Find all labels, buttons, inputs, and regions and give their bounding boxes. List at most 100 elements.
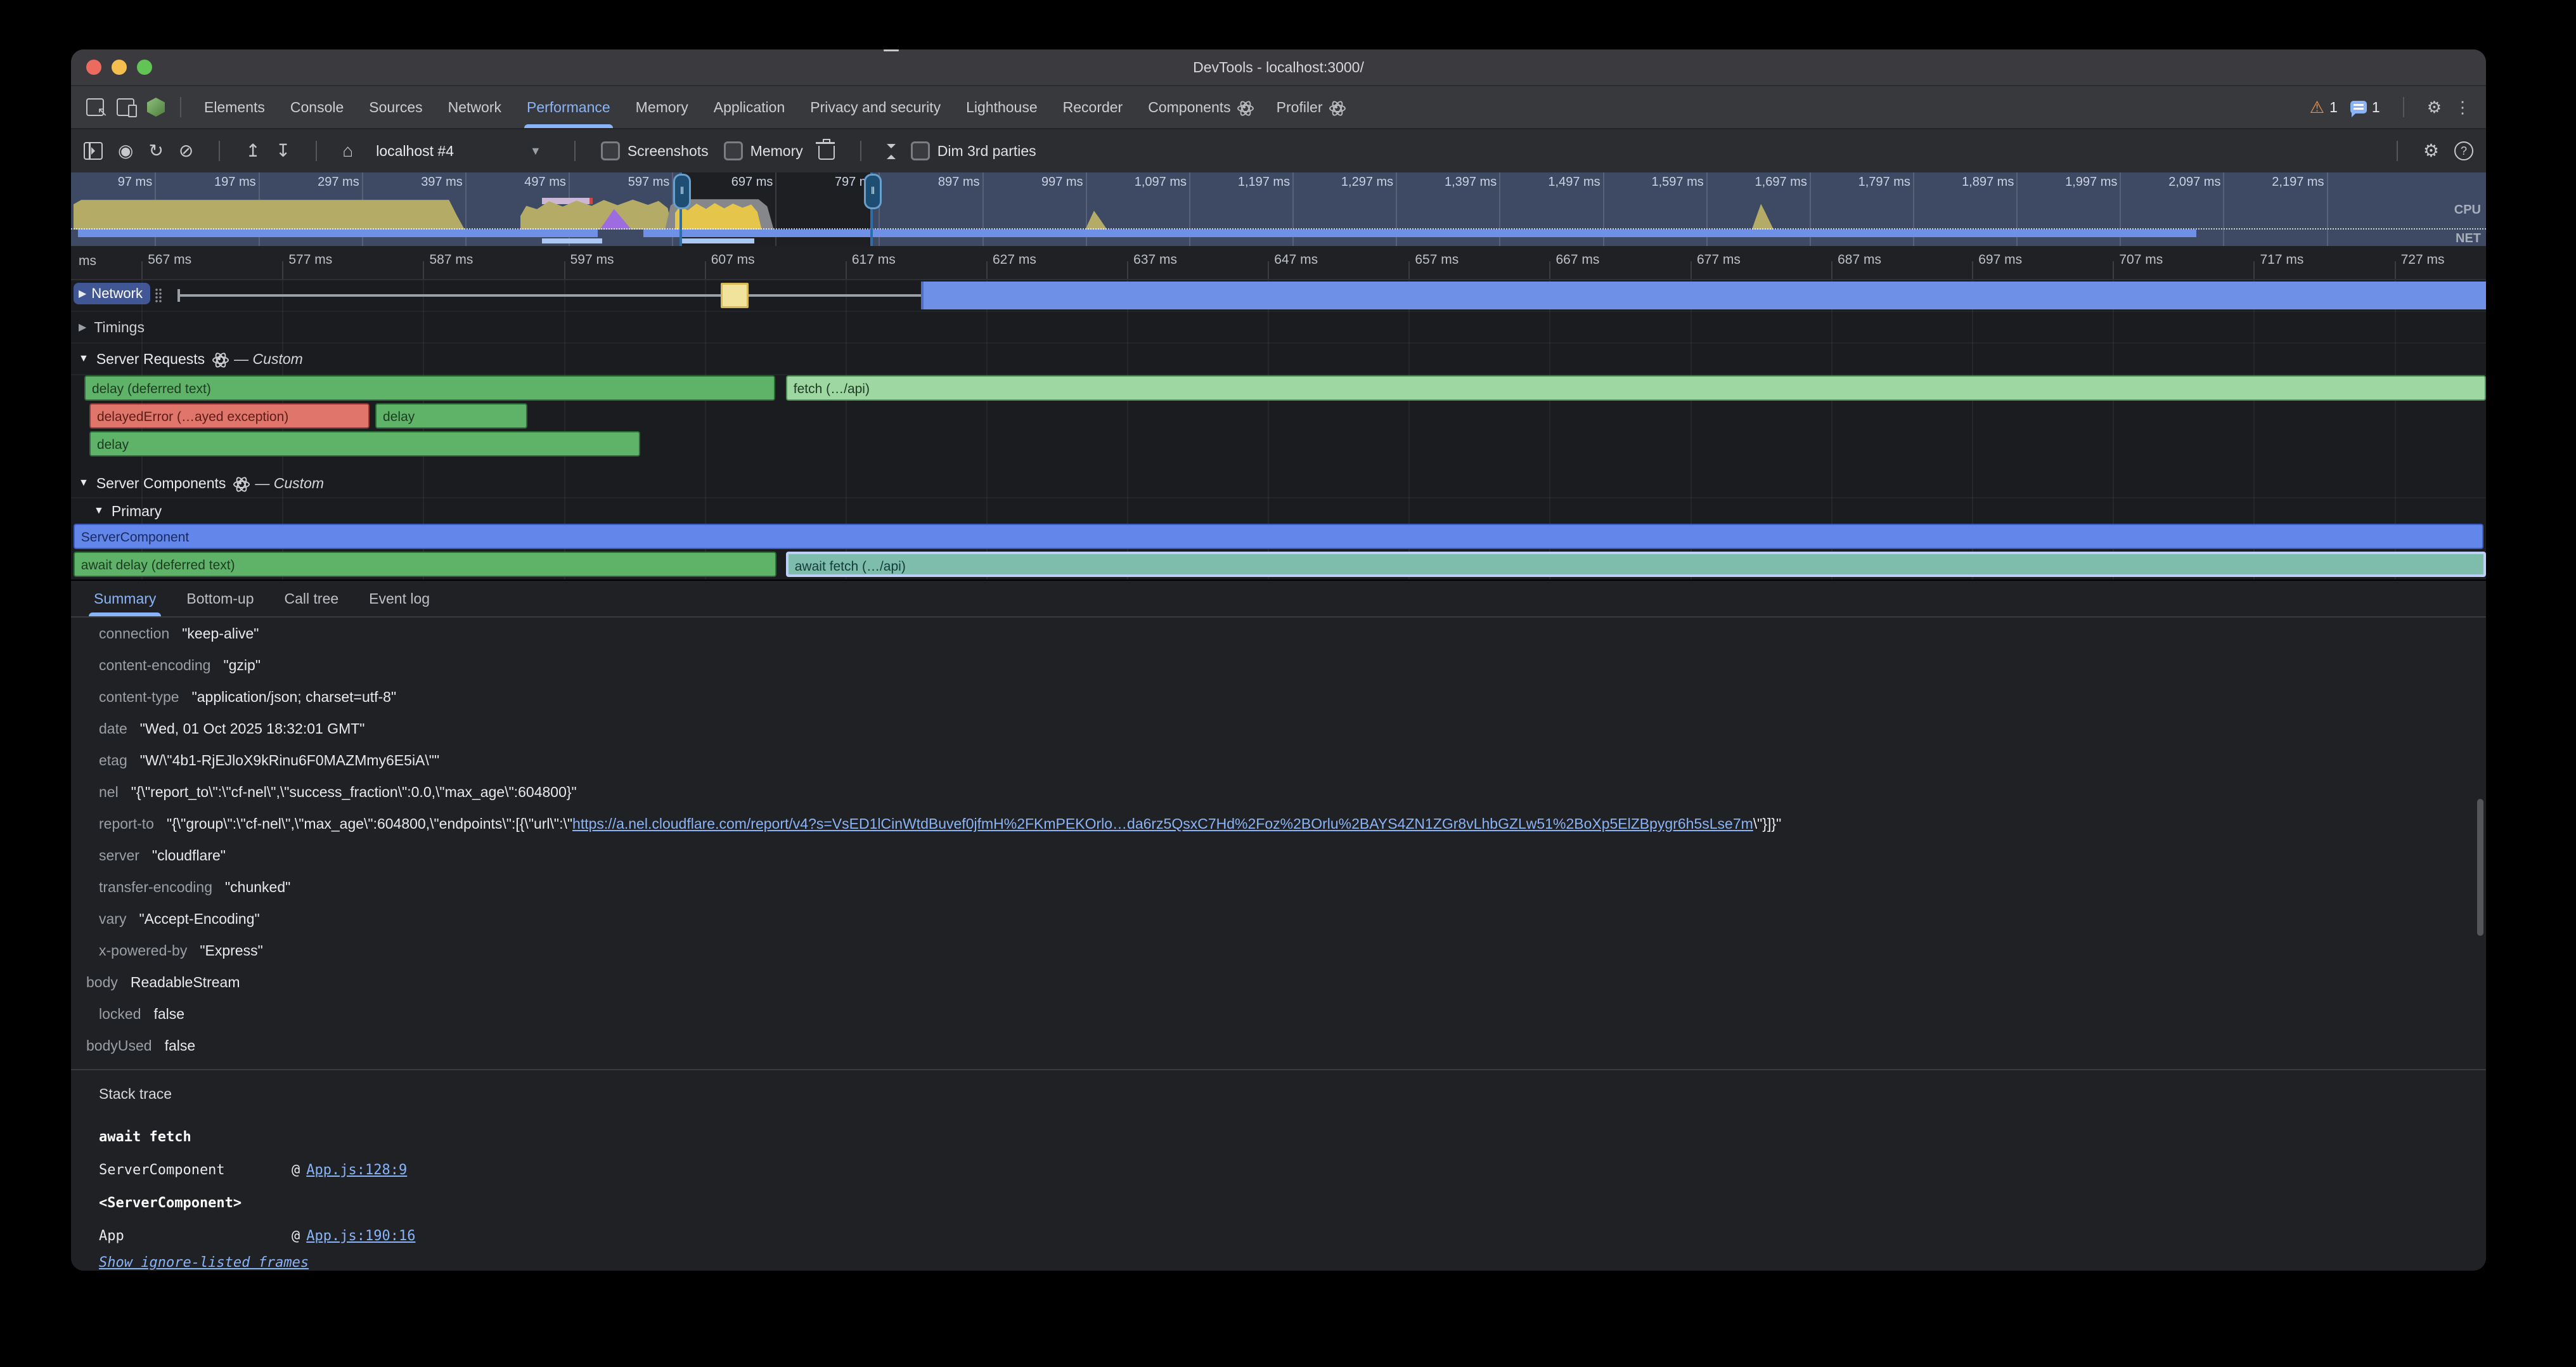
- timeline-overview[interactable]: 97 ms197 ms297 ms397 ms497 ms597 ms697 m…: [71, 172, 2486, 246]
- event-bar-await-delay[interactable]: await delay (deferred text): [74, 552, 776, 577]
- divider: [574, 141, 576, 161]
- network-track-header[interactable]: ▶ Network: [74, 283, 150, 304]
- stack-frame: <ServerComponent>: [99, 1186, 2486, 1219]
- divider: [2397, 141, 2398, 161]
- event-bar-delay-deferred[interactable]: delay (deferred text): [84, 375, 775, 401]
- network-request-selected[interactable]: [721, 283, 749, 308]
- kebab-menu-icon[interactable]: ⋮: [2454, 98, 2471, 117]
- tab-privacy-security[interactable]: Privacy and security: [797, 86, 953, 128]
- tab-lighthouse[interactable]: Lighthouse: [953, 86, 1050, 128]
- source-location-link[interactable]: App.js:128:9: [306, 1162, 407, 1178]
- close-window-button[interactable]: [86, 60, 101, 75]
- property-row: transfer-encoding"chunked": [99, 871, 2486, 903]
- reload-and-record-icon[interactable]: ↻: [148, 142, 163, 160]
- performance-toolbar: ◉ ↻ ⊘ ↥ ↧ ⌂ localhost #4▼ Screenshots Me…: [71, 128, 2486, 172]
- tab-elements[interactable]: Elements: [191, 86, 278, 128]
- toggle-sidebar-icon[interactable]: [84, 142, 103, 160]
- report-to-url-link[interactable]: https://a.nel.cloudflare.com/report/v4?s…: [572, 815, 1753, 832]
- tab-recorder[interactable]: Recorder: [1050, 86, 1136, 128]
- event-bar-await-fetch-selected[interactable]: await fetch (…/api): [786, 552, 2486, 577]
- help-icon[interactable]: ?: [2454, 141, 2473, 160]
- tab-performance[interactable]: Performance: [514, 86, 623, 128]
- network-track[interactable]: ▶ Network: [71, 280, 2486, 312]
- server-components-row-1: ServerComponent: [71, 524, 2486, 552]
- device-toolbar-icon[interactable]: [117, 98, 134, 116]
- event-bar-server-component[interactable]: ServerComponent: [74, 524, 2483, 549]
- download-profile-icon[interactable]: ↧: [276, 142, 290, 160]
- chat-icon: [2350, 101, 2367, 113]
- event-bar-fetch-api[interactable]: fetch (…/api): [786, 375, 2486, 401]
- tab-profiler[interactable]: Profiler: [1264, 86, 1356, 128]
- property-row: etag"W/\"4b1-RjEJloX9kRinu6F0MAZMmy6E5iA…: [99, 744, 2486, 776]
- tab-network[interactable]: Network: [435, 86, 514, 128]
- property-row: bodyReadableStream: [86, 966, 2486, 998]
- collapse-icon: ▼: [79, 353, 89, 365]
- collapse-sections-icon[interactable]: [887, 143, 896, 159]
- detail-ruler[interactable]: ms 567 ms577 ms587 ms597 ms607 ms617 ms6…: [71, 246, 2486, 280]
- profile-select[interactable]: localhost #4▼: [368, 139, 549, 164]
- window-controls: [86, 60, 152, 75]
- divider: [219, 141, 220, 161]
- clear-icon[interactable]: ⊘: [179, 142, 193, 160]
- timings-track[interactable]: ▶ Timings: [71, 312, 2486, 344]
- issues-warning-badge[interactable]: ⚠1: [2310, 98, 2338, 117]
- server-requests-row-2: delayedError (…ayed exception) delay: [71, 403, 2486, 431]
- net-lane-label: NET: [2456, 231, 2481, 246]
- window-right-handle[interactable]: ‖: [870, 172, 873, 246]
- window-left-handle[interactable]: ‖: [679, 172, 682, 246]
- dim-3rd-parties-checkbox[interactable]: Dim 3rd parties: [911, 141, 1036, 160]
- tab-application[interactable]: Application: [701, 86, 798, 128]
- record-icon[interactable]: ◉: [118, 142, 133, 160]
- expand-icon: ▶: [79, 287, 86, 300]
- overview-network-chart: [71, 230, 2486, 245]
- tab-call-tree[interactable]: Call tree: [272, 581, 352, 616]
- event-bar-delay-3[interactable]: delay: [89, 431, 640, 457]
- show-ignore-listed-frames-link[interactable]: Show ignore-listed frames: [99, 1255, 309, 1271]
- tab-sources[interactable]: Sources: [356, 86, 435, 128]
- network-request-bar[interactable]: [921, 282, 2486, 309]
- minimize-window-button[interactable]: [112, 60, 127, 75]
- event-bar-delayed-error[interactable]: delayedError (…ayed exception): [89, 403, 370, 429]
- server-requests-row-1: delay (deferred text) fetch (…/api): [71, 375, 2486, 403]
- checkbox-box: [601, 141, 620, 160]
- tab-event-log[interactable]: Event log: [356, 581, 442, 616]
- cpu-lane-label: CPU: [2454, 203, 2481, 217]
- property-row: date"Wed, 01 Oct 2025 18:32:01 GMT": [99, 713, 2486, 744]
- event-bar-delay-2[interactable]: delay: [375, 403, 527, 429]
- node-icon[interactable]: [147, 98, 165, 117]
- ruler-unit-label: ms: [79, 254, 96, 269]
- tab-memory[interactable]: Memory: [623, 86, 701, 128]
- screenshots-checkbox[interactable]: Screenshots: [601, 141, 709, 160]
- scrollbar-thumb[interactable]: [2477, 799, 2483, 936]
- server-components-row-2: await delay (deferred text) await fetch …: [71, 552, 2486, 580]
- overview-cpu-chart: [71, 195, 2486, 230]
- tab-bottom-up[interactable]: Bottom-up: [174, 581, 266, 616]
- stack-trace-title: Stack trace: [99, 1085, 2486, 1103]
- settings-gear-icon[interactable]: ⚙: [2427, 99, 2442, 115]
- garbage-collect-icon[interactable]: [818, 146, 835, 160]
- inspect-element-icon[interactable]: ↖: [86, 98, 104, 116]
- react-atom-icon: [1237, 100, 1251, 114]
- primary-group-header[interactable]: ▼ Primary: [71, 498, 2486, 524]
- origin-home-icon[interactable]: ⌂: [342, 142, 353, 160]
- messages-badge[interactable]: 1: [2350, 99, 2380, 116]
- server-components-track-header[interactable]: ▼ Server Components — Custom: [71, 469, 2486, 498]
- divider: [860, 141, 861, 161]
- timeline-tracks: ▶ Network ▶ Timings ▼ Server Requests — …: [71, 280, 2486, 580]
- tab-console[interactable]: Console: [278, 86, 356, 128]
- zoom-window-button[interactable]: [137, 60, 152, 75]
- devtools-tabbar: ↖ Elements Console Sources Network Perfo…: [71, 85, 2486, 128]
- property-row: nel"{\"report_to\":\"cf-nel\",\"success_…: [99, 776, 2486, 808]
- panel-settings-gear-icon[interactable]: ⚙: [2423, 142, 2439, 160]
- tab-components[interactable]: Components: [1135, 86, 1263, 128]
- server-requests-track-header[interactable]: ▼ Server Requests — Custom: [71, 344, 2486, 375]
- memory-checkbox[interactable]: Memory: [724, 141, 803, 160]
- desktop: DevTools - localhost:3000/ ↖ Elements Co…: [0, 0, 2576, 1367]
- property-row: content-type"application/json; charset=u…: [99, 681, 2486, 713]
- tab-summary[interactable]: Summary: [81, 581, 169, 616]
- track-resize-grip[interactable]: [155, 288, 162, 303]
- stack-frame: App @ App.js:190:16: [99, 1219, 2486, 1252]
- upload-profile-icon[interactable]: ↥: [245, 142, 260, 160]
- source-location-link[interactable]: App.js:190:16: [306, 1228, 415, 1244]
- property-row: connection"keep-alive": [99, 618, 2486, 649]
